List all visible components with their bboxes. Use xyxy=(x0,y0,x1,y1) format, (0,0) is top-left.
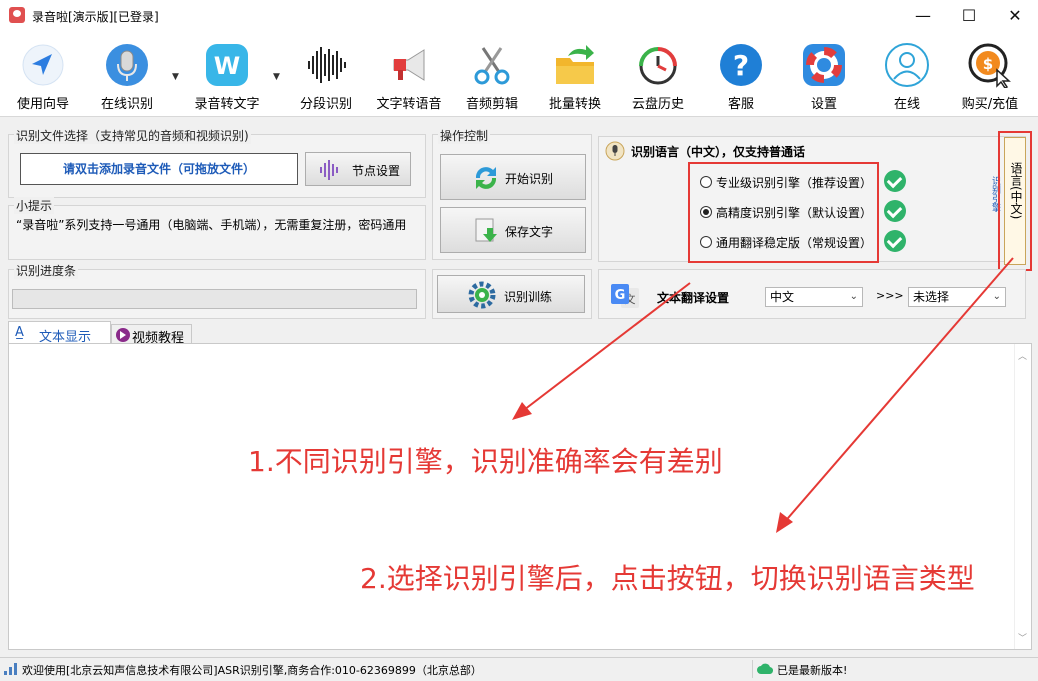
status-right-text: 已是最新版本! xyxy=(777,664,848,677)
annotation-note-1: 1.不同识别引擎，识别准确率会有差别 xyxy=(248,445,723,478)
signal-bars-icon xyxy=(4,663,17,675)
annotation-note-2: 2.选择识别引擎后，点击按钮，切换识别语言类型 xyxy=(360,562,975,595)
cloud-check-icon xyxy=(757,663,773,675)
status-bar: 欢迎使用[北京云知声信息技术有限公司]ASR识别引擎,商务合作:010-6236… xyxy=(0,657,1038,681)
status-left-text: 欢迎使用[北京云知声信息技术有限公司]ASR识别引擎,商务合作:010-6236… xyxy=(22,664,482,677)
status-divider xyxy=(752,660,753,678)
